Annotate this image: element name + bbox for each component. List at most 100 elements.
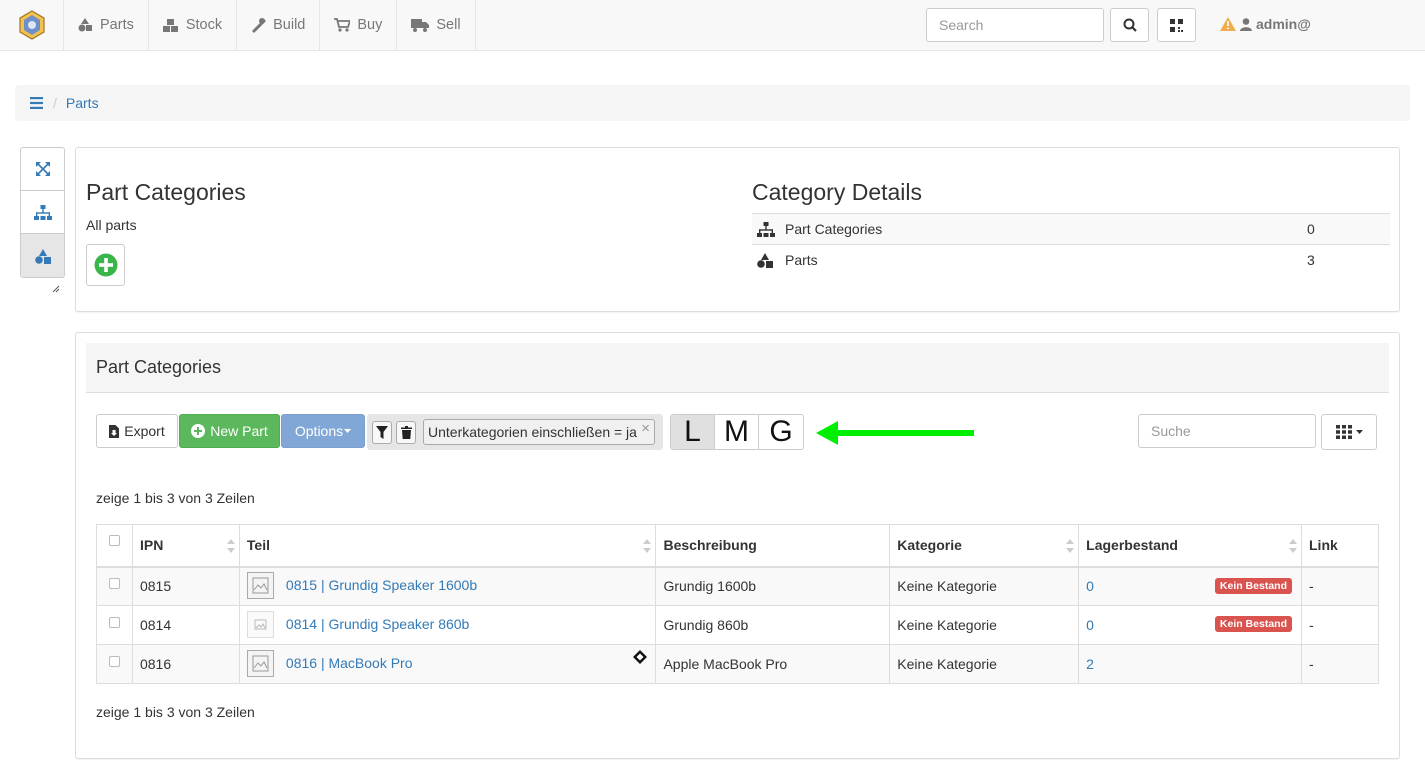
filter-chip-subcategories[interactable]: Unterkategorien einschließen = ja × bbox=[423, 419, 655, 445]
top-navbar: Parts Stock Build Buy Sell admin@ bbox=[0, 0, 1425, 51]
stock-link[interactable]: 0 bbox=[1086, 578, 1094, 594]
breadcrumb-parts-link[interactable]: Parts bbox=[66, 95, 99, 111]
stock-link[interactable]: 2 bbox=[1086, 656, 1094, 672]
cart-icon bbox=[334, 18, 351, 32]
column-label: Teil bbox=[246, 537, 270, 554]
qr-scan-button[interactable] bbox=[1157, 8, 1196, 42]
link-cell: - bbox=[1301, 644, 1379, 684]
hamburger-menu-icon[interactable] bbox=[30, 97, 43, 109]
table-row[interactable]: 0814 0814 | Grundig Speaker 860b Grundig… bbox=[96, 605, 1379, 645]
stock-link[interactable]: 0 bbox=[1086, 617, 1094, 633]
size-toggle-group: L M G bbox=[670, 414, 804, 450]
nav-build[interactable]: Build bbox=[236, 0, 319, 50]
row-checkbox[interactable] bbox=[109, 578, 120, 590]
nav-search-input[interactable] bbox=[926, 8, 1104, 42]
select-all-checkbox[interactable] bbox=[109, 535, 120, 547]
nav-sell[interactable]: Sell bbox=[396, 0, 476, 50]
details-value: 3 bbox=[1307, 252, 1315, 268]
remove-filter-icon[interactable]: × bbox=[641, 420, 650, 437]
nav-search-button[interactable] bbox=[1110, 8, 1149, 42]
parts-view-button[interactable] bbox=[21, 234, 64, 277]
part-link[interactable]: 0816 | MacBook Pro bbox=[286, 655, 413, 671]
ipn-cell: 0816 bbox=[131, 644, 240, 684]
select-all-cell bbox=[96, 524, 133, 568]
part-cell: 0815 | Grundig Speaker 1600b bbox=[238, 566, 657, 606]
plus-circle-icon bbox=[191, 424, 206, 438]
app-logo-icon[interactable] bbox=[18, 10, 46, 40]
no-stock-badge: Kein Bestand bbox=[1214, 577, 1292, 594]
nav-parts[interactable]: Parts bbox=[63, 0, 148, 50]
column-header-teil[interactable]: Teil bbox=[238, 524, 657, 568]
category-details-table: Part Categories 0 Parts 3 bbox=[752, 213, 1390, 275]
details-row-parts: Parts 3 bbox=[752, 244, 1390, 275]
category-tree-button[interactable] bbox=[21, 191, 64, 234]
row-checkbox[interactable] bbox=[109, 617, 120, 628]
nav-stock[interactable]: Stock bbox=[147, 0, 236, 50]
row-checkbox[interactable] bbox=[109, 656, 120, 667]
column-header-kategorie[interactable]: Kategorie bbox=[889, 524, 1080, 568]
part-link[interactable]: 0815 | Grundig Speaker 1600b bbox=[286, 577, 477, 593]
table-row[interactable]: 0815 0815 | Grundig Speaker 1600b Grundi… bbox=[96, 566, 1379, 606]
drag-cursor-icon bbox=[633, 650, 648, 664]
table-search-input[interactable] bbox=[1138, 414, 1316, 448]
clear-filters-button[interactable] bbox=[396, 421, 416, 444]
row-select-cell bbox=[96, 605, 133, 645]
boxes-icon bbox=[162, 19, 178, 32]
size-large-button[interactable]: L bbox=[671, 415, 715, 449]
caret-down-icon bbox=[344, 429, 352, 433]
details-label: Part Categories bbox=[785, 221, 883, 237]
nav-build-label: Build bbox=[273, 17, 306, 33]
column-chooser-button[interactable] bbox=[1321, 414, 1377, 450]
table-header-row: IPN Teil Beschreibung Kategorie Lagerbes… bbox=[96, 524, 1379, 568]
add-category-button[interactable] bbox=[86, 244, 125, 286]
stock-cell: 0 Kein Bestand bbox=[1078, 605, 1302, 645]
nav-sell-label: Sell bbox=[436, 17, 461, 33]
part-link[interactable]: 0814 | Grundig Speaker 860b bbox=[286, 616, 469, 632]
part-thumbnail bbox=[246, 610, 274, 638]
export-button[interactable]: Export bbox=[96, 414, 178, 448]
part-thumbnail bbox=[246, 571, 274, 599]
expand-button[interactable] bbox=[21, 148, 64, 191]
category-details-title: Category Details bbox=[752, 179, 923, 205]
sort-icon bbox=[1289, 539, 1297, 553]
table-row[interactable]: 0816 0816 | MacBook Pro Apple MacBook Pr… bbox=[96, 644, 1379, 684]
ipn-cell: 0814 bbox=[131, 605, 240, 645]
caret-down-icon bbox=[1355, 430, 1363, 434]
column-header-lagerbestand[interactable]: Lagerbestand bbox=[1078, 524, 1302, 568]
no-stock-badge: Kein Bestand bbox=[1214, 616, 1292, 632]
row-select-cell bbox=[96, 566, 133, 606]
plus-circle-icon bbox=[94, 253, 117, 277]
part-cell: 0814 | Grundig Speaker 860b bbox=[238, 605, 657, 645]
description-cell: Grundig 1600b bbox=[655, 566, 891, 606]
column-label: Kategorie bbox=[897, 537, 962, 554]
options-dropdown-button[interactable]: Options bbox=[281, 414, 365, 448]
breadcrumb: / Parts bbox=[15, 85, 1410, 121]
pagination-info-bottom: zeige 1 bis 3 von 3 Zeilen bbox=[96, 704, 255, 720]
sitemap-icon bbox=[757, 221, 775, 237]
user-menu[interactable]: admin@ bbox=[1220, 16, 1311, 32]
qrcode-icon bbox=[1170, 18, 1183, 32]
filter-icon bbox=[376, 426, 388, 439]
new-part-button[interactable]: New Part bbox=[179, 414, 280, 448]
description-cell: Grundig 860b bbox=[655, 605, 891, 645]
shapes-icon bbox=[34, 248, 51, 264]
panel-heading: Part Categories bbox=[86, 343, 1389, 393]
sort-icon bbox=[1066, 539, 1075, 553]
annotation-arrow-icon bbox=[816, 421, 974, 445]
description-cell: Apple MacBook Pro bbox=[655, 644, 891, 684]
size-grid-button[interactable]: G bbox=[759, 415, 803, 449]
column-header-ipn[interactable]: IPN bbox=[131, 524, 240, 568]
filter-button[interactable] bbox=[372, 421, 392, 444]
category-description: All parts bbox=[86, 217, 137, 233]
size-medium-button[interactable]: M bbox=[715, 415, 759, 449]
sort-icon bbox=[643, 539, 652, 553]
link-cell: - bbox=[1301, 566, 1379, 606]
nav-buy-label: Buy bbox=[357, 17, 383, 33]
shapes-icon bbox=[78, 18, 92, 32]
column-header-link[interactable]: Link bbox=[1301, 524, 1379, 568]
nav-buy[interactable]: Buy bbox=[319, 0, 396, 50]
column-header-beschreibung[interactable]: Beschreibung bbox=[655, 524, 891, 568]
column-label: Beschreibung bbox=[663, 537, 757, 554]
ipn-cell: 0815 bbox=[131, 566, 240, 606]
resize-grip-icon[interactable] bbox=[52, 285, 60, 293]
